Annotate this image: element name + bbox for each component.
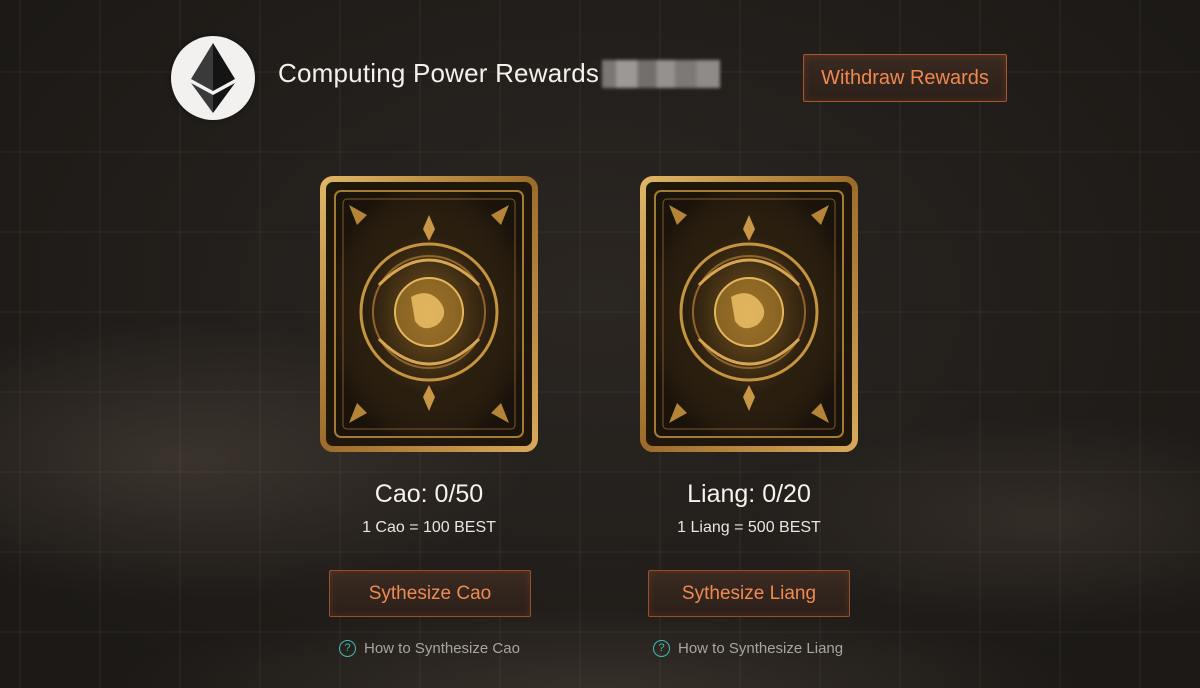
- how-to-synthesize-liang-link[interactable]: ? How to Synthesize Liang: [653, 638, 843, 658]
- help-link-label: How to Synthesize Cao: [364, 639, 520, 657]
- card-back-image[interactable]: [319, 175, 539, 453]
- liang-count: Liang: 0/20: [687, 480, 811, 508]
- question-circle-icon: ?: [339, 639, 356, 657]
- liang-exchange-rate: 1 Liang = 500 BEST: [677, 519, 821, 536]
- redacted-address: [602, 60, 720, 88]
- withdraw-rewards-button[interactable]: Withdraw Rewards: [803, 54, 1007, 102]
- ethereum-diamond-icon: [191, 43, 235, 113]
- ethereum-icon: [171, 36, 255, 120]
- question-circle-icon: ?: [653, 639, 670, 657]
- how-to-synthesize-cao-link[interactable]: ? How to Synthesize Cao: [339, 638, 520, 658]
- synthesize-cao-button[interactable]: Sythesize Cao: [329, 570, 531, 617]
- card-back-image[interactable]: [639, 175, 859, 453]
- help-link-label: How to Synthesize Liang: [678, 639, 844, 657]
- cao-count: Cao: 0/50: [374, 480, 484, 508]
- cao-exchange-rate: 1 Cao = 100 BEST: [362, 519, 496, 536]
- synthesize-liang-button[interactable]: Sythesize Liang: [648, 570, 850, 617]
- page-title: Computing Power Rewards: [278, 58, 600, 88]
